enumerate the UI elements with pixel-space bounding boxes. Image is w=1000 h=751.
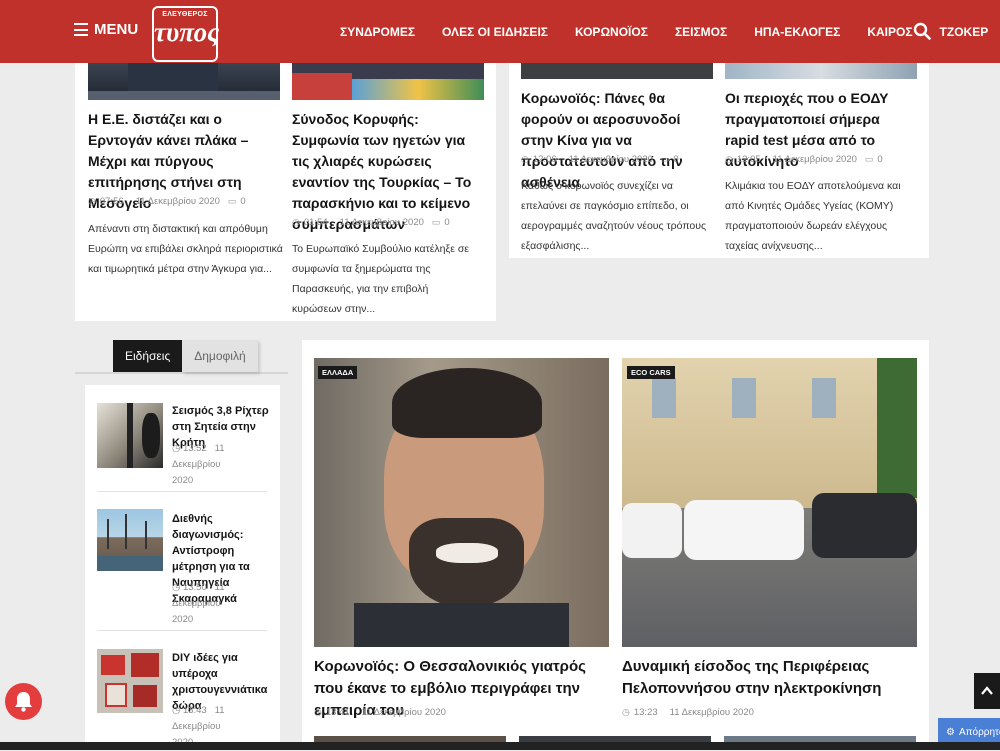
featured-time: 13:23 (633, 707, 658, 718)
article-comments: 0 (877, 154, 883, 165)
nav-link-coronavirus[interactable]: ΚΟΡΩΝΟΪΟΣ (575, 25, 648, 39)
article-thumbnail[interactable] (725, 63, 917, 79)
tab-news[interactable]: Ειδήσεις (113, 340, 183, 372)
article-time: 01:54 (303, 217, 328, 228)
article-comments: 0 (240, 196, 246, 207)
article-date: 11 Δεκεμβρίου 2020 (568, 154, 653, 165)
comment-icon: ▭ (864, 154, 874, 164)
nav-link-subscriptions[interactable]: ΣΥΝΔΡΟΜΕΣ (340, 25, 415, 39)
chevron-up-icon (981, 686, 993, 695)
article-meta: ◷ 12:06 11 Δεκεμβρίου 2020 ▭ 0 (521, 154, 679, 165)
sidebar-thumbnail[interactable] (97, 509, 163, 571)
notification-bell-button[interactable] (5, 683, 42, 720)
divider (97, 630, 267, 631)
category-badge[interactable]: ΕΛΛΑΔΑ (318, 366, 358, 379)
menu-label: MENU (94, 21, 139, 38)
clock-icon: ◷ (88, 196, 96, 206)
article-meta: ◷ 12:05 11 Δεκεμβρίου 2020 ▭ 0 (725, 154, 883, 165)
article-thumbnail[interactable] (88, 63, 280, 100)
sidebar-tabs: Ειδήσεις Δημοφιλή (113, 340, 258, 372)
clock-icon: ◷ (725, 154, 733, 164)
site-header: MENU ΕΛΕΥΘΕΡΟΣ τυπος ΣΥΝΔΡΟΜΕΣ ΟΛΕΣ ΟΙ Ε… (0, 0, 1000, 63)
article-excerpt: Απέναντι στη διστακτική και απρόθυμη Ευρ… (88, 223, 283, 275)
comment-icon: ▭ (660, 154, 670, 164)
article-date: 11 Δεκεμβρίου 2020 (772, 154, 857, 165)
nav-link-weather[interactable]: ΚΑΙΡΟΣ (867, 25, 912, 39)
article-thumbnail[interactable] (292, 63, 484, 100)
featured-date: 11 Δεκεμβρίου 2020 (669, 707, 754, 718)
logo-big-text: τυπος (154, 17, 220, 47)
article-thumbnail[interactable] (521, 63, 713, 79)
sidebar-item-time: 13:50 (182, 582, 207, 593)
tab-popular[interactable]: Δημοφιλή (182, 340, 258, 372)
menu-button[interactable]: MENU (74, 21, 138, 38)
clock-icon: ◷ (172, 705, 181, 716)
clock-icon: ◷ (172, 443, 181, 454)
clock-icon: ◷ (314, 707, 322, 717)
featured-time: 13:41 (325, 707, 350, 718)
article-date: 11 Δεκεμβρίου 2020 (339, 217, 424, 228)
article-time: 07:56 (99, 196, 124, 207)
sidebar-thumbnail[interactable] (97, 403, 163, 468)
featured-image-doctor[interactable] (314, 358, 609, 647)
divider (97, 491, 267, 492)
article-excerpt: Το Ευρωπαϊκό Συμβούλιο κατέληξε σε συμφω… (292, 243, 469, 315)
article-date: 11 Δεκεμβρίου 2020 (135, 196, 220, 207)
featured-image-eco-cars[interactable] (622, 358, 917, 647)
sidebar-thumbnail[interactable] (97, 649, 163, 713)
article-meta: ◷ 07:56 11 Δεκεμβρίου 2020 ▭ 0 (88, 196, 246, 207)
featured-meta: ◷ 13:23 11 Δεκεμβρίου 2020 (622, 707, 754, 718)
nav-link-joker[interactable]: ΤΖΟΚΕΡ (940, 25, 989, 39)
hamburger-icon (74, 23, 88, 36)
scroll-to-top-button[interactable] (974, 673, 1000, 709)
comment-icon: ▭ (227, 196, 237, 206)
sidebar-item-time: 13:52 (182, 443, 207, 454)
sidebar-tabs-underline (75, 372, 288, 374)
article-comments: 0 (673, 154, 679, 165)
article-excerpt: Κλιμάκια του ΕΟΔΥ αποτελούμενα και από Κ… (725, 180, 901, 252)
clock-icon: ◷ (292, 217, 300, 227)
article-time: 12:06 (532, 154, 557, 165)
clock-icon: ◷ (172, 582, 181, 593)
bell-icon (15, 692, 32, 712)
sidebar-item-time: 13:43 (182, 705, 207, 716)
privacy-consent-label: Απόρρητο (958, 726, 1000, 738)
sidebar-item-meta: ◷ 13:52 11 Δεκεμβρίου 2020 (172, 441, 272, 489)
article-excerpt: Καθώς ο κορωνοϊός συνεχίζει να επελαύνει… (521, 180, 707, 252)
sidebar-item-meta: ◷ 13:50 11 Δεκεμβρίου 2020 (172, 580, 272, 628)
nav-link-all-news[interactable]: ΟΛΕΣ ΟΙ ΕΙΔΗΣΕΙΣ (442, 25, 548, 39)
article-meta: ◷ 01:54 11 Δεκεμβρίου 2020 ▭ 0 (292, 217, 450, 228)
nav-link-earthquake[interactable]: ΣΕΙΣΜΟΣ (675, 25, 727, 39)
sidebar-item-year: 2020 (172, 475, 194, 486)
sidebar-item-year: 2020 (172, 614, 194, 625)
search-icon[interactable] (913, 22, 931, 40)
gear-icon: ⚙ (946, 726, 955, 738)
nav-link-usa-elections[interactable]: ΗΠΑ-ΕΚΛΟΓΕΣ (754, 25, 840, 39)
main-nav: ΣΥΝΔΡΟΜΕΣ ΟΛΕΣ ΟΙ ΕΙΔΗΣΕΙΣ ΚΟΡΩΝΟΪΟΣ ΣΕΙ… (340, 25, 1000, 39)
featured-date: 11 Δεκεμβρίου 2020 (361, 707, 446, 718)
article-time: 12:05 (736, 154, 761, 165)
article-comments: 0 (444, 217, 450, 228)
comment-icon: ▭ (431, 217, 441, 227)
bottom-bar (0, 742, 1000, 750)
featured-meta: ◷ 13:41 11 Δεκεμβρίου 2020 (314, 707, 446, 718)
clock-icon: ◷ (521, 154, 529, 164)
category-badge[interactable]: ECO CARS (627, 366, 675, 379)
featured-title[interactable]: Δυναμική είσοδος της Περιφέρειας Πελοπον… (622, 656, 922, 700)
site-logo[interactable]: ΕΛΕΥΘΕΡΟΣ τυπος (152, 6, 220, 62)
clock-icon: ◷ (622, 707, 630, 717)
